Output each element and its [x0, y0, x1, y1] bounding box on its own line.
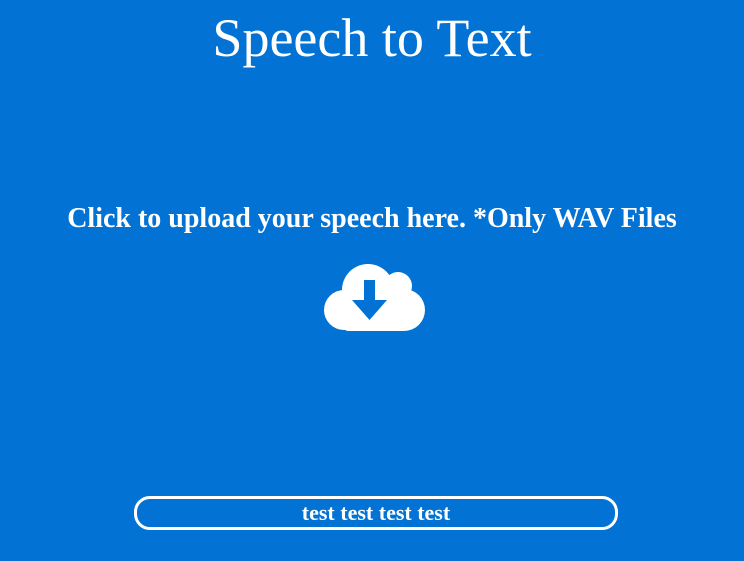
transcript-output: test test test test [134, 496, 618, 530]
upload-label: Click to upload your speech here. *Only … [67, 203, 677, 234]
page-title: Speech to Text [212, 8, 532, 68]
upload-dropzone[interactable]: Click to upload your speech here. *Only … [0, 196, 744, 346]
page: Speech to Text Click to upload your spee… [0, 0, 744, 561]
cloud-download-icon[interactable] [324, 260, 426, 332]
